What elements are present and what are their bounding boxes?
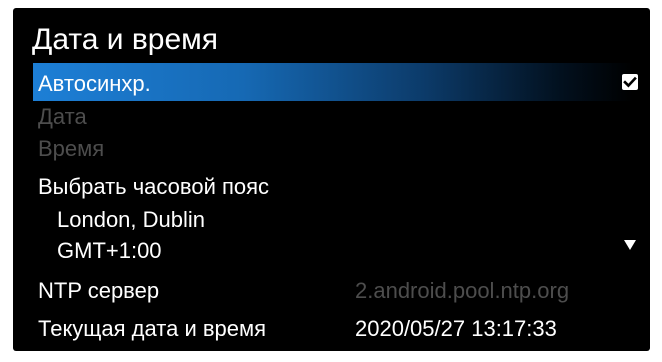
timezone-city: London, Dublin xyxy=(57,207,206,232)
dropdown-arrow-icon[interactable] xyxy=(624,240,636,250)
timezone-offset[interactable]: GMT+1:00 xyxy=(57,238,162,264)
current-datetime-label: Текущая дата и время xyxy=(38,316,267,341)
time-row: Время xyxy=(38,136,105,161)
ntp-server-label[interactable]: NTP сервер xyxy=(38,278,159,304)
date-row: Дата xyxy=(38,104,87,129)
page-title: Дата и время xyxy=(32,23,219,56)
checkbox-checked-icon[interactable] xyxy=(622,74,638,90)
current-datetime-value: 2020/05/27 13:17:33 xyxy=(355,316,557,341)
date-time-settings-panel: Дата и время Автосинхр. Дата Время Выбра… xyxy=(13,8,650,351)
autosync-label: Автосинхр. xyxy=(38,71,151,96)
timezone-label[interactable]: Выбрать часовой пояс xyxy=(38,174,269,200)
ntp-server-value: 2.android.pool.ntp.org xyxy=(355,278,570,303)
